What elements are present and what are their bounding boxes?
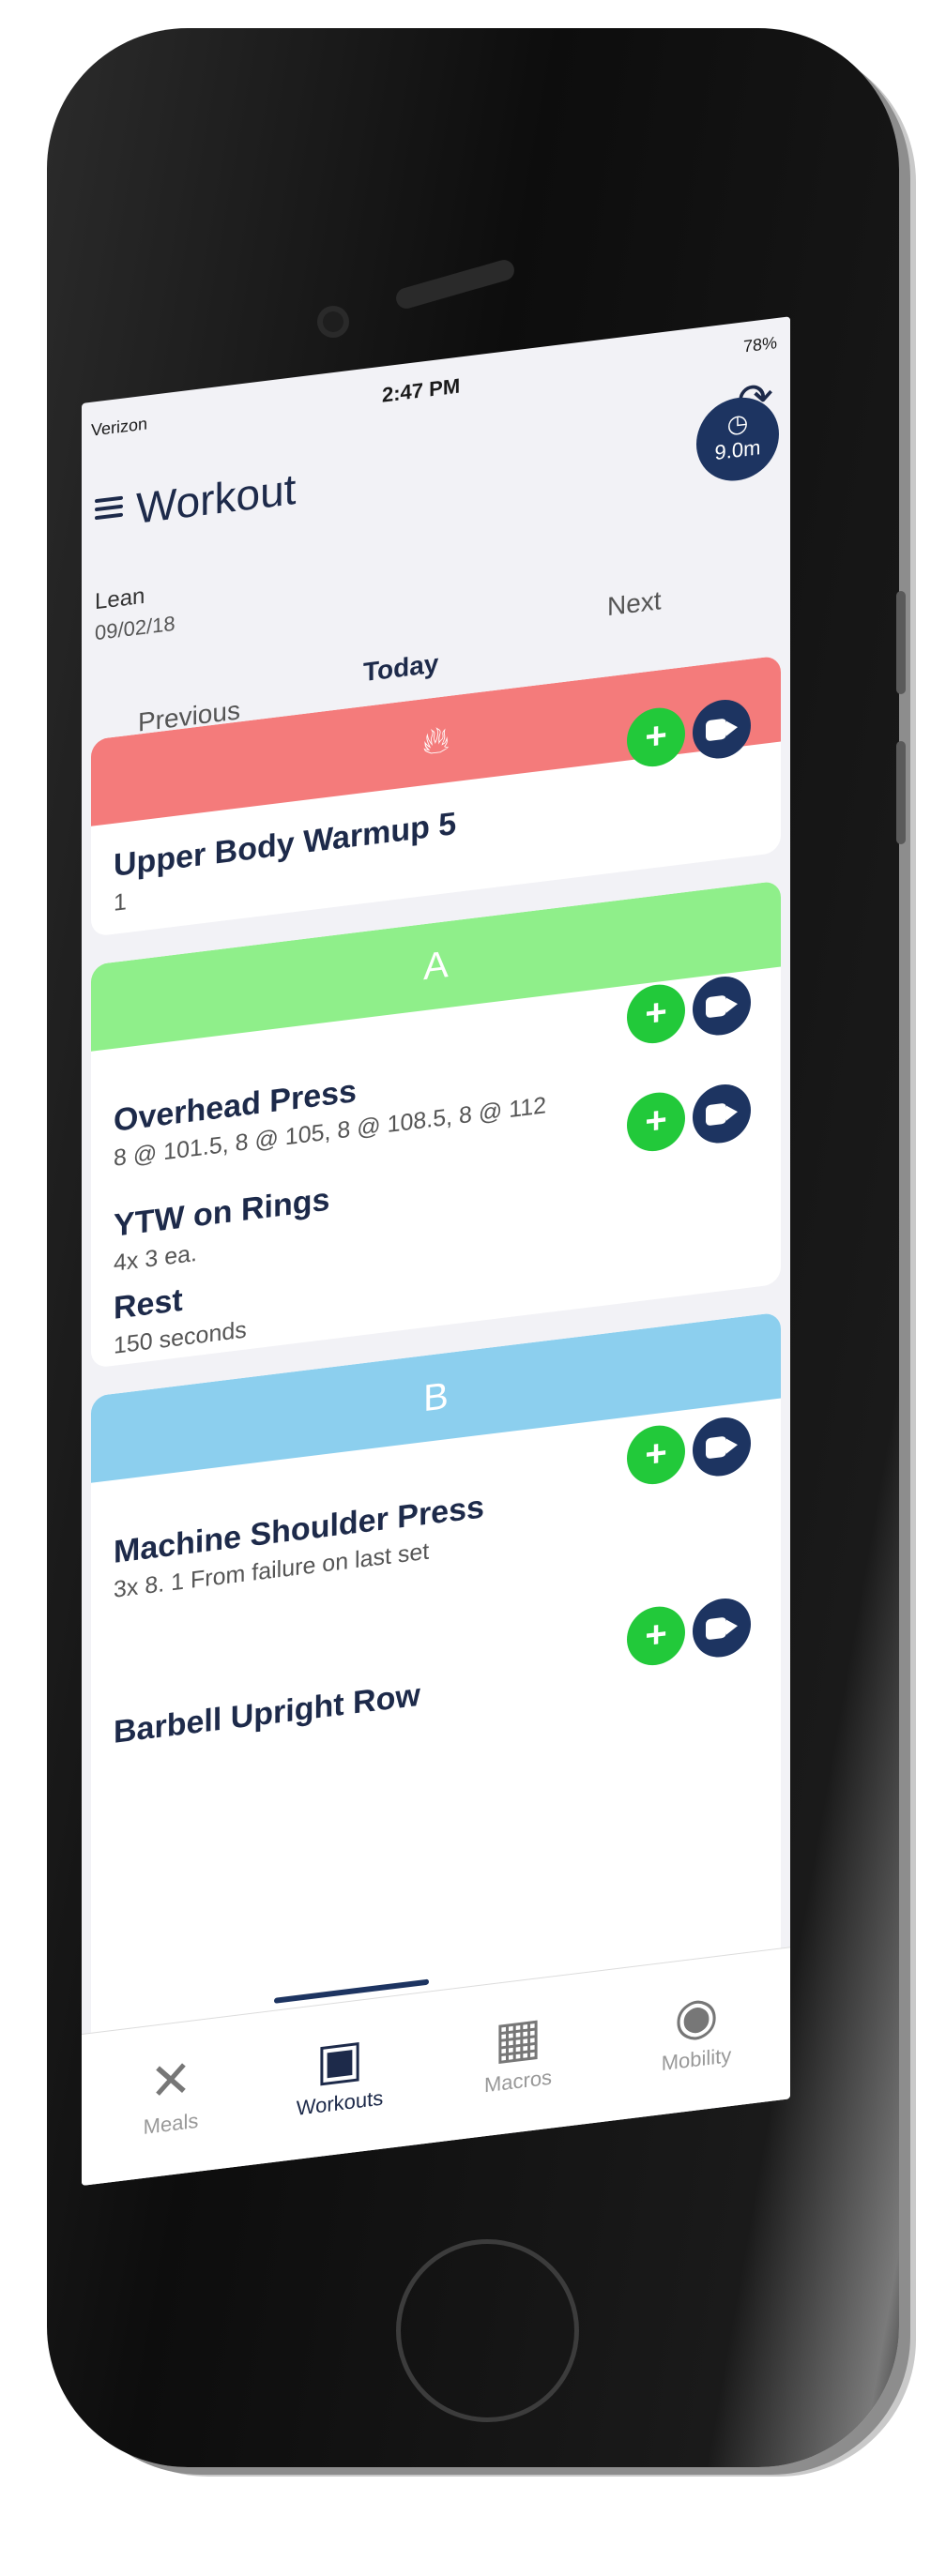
hamburger-menu-icon[interactable]: [95, 495, 123, 521]
status-time: 2:47 PM: [382, 373, 461, 407]
nav-meals[interactable]: ✕ Meals: [100, 2041, 241, 2144]
video-camera-icon: [706, 1102, 726, 1127]
carrier-label: Verizon: [91, 414, 148, 440]
video-button[interactable]: [693, 696, 751, 763]
video-camera-icon: [706, 718, 726, 742]
nav-mobility[interactable]: ◉ Mobility: [626, 1977, 767, 2080]
exercise-item[interactable]: Barbell Upright Row: [114, 1645, 677, 1751]
video-button[interactable]: [693, 973, 751, 1039]
front-camera-icon: [317, 306, 349, 338]
speaker-grille: [393, 257, 517, 311]
app-screen: Verizon 2:47 PM 78% ⟳ Workout ◷ 9.0m Lea…: [82, 316, 790, 2187]
battery-label: 78%: [742, 333, 777, 356]
video-button[interactable]: [693, 1081, 751, 1147]
timer-button[interactable]: ◷ 9.0m: [696, 392, 779, 486]
nav-macros[interactable]: ▦ Macros: [448, 1999, 588, 2102]
video-camera-icon: [706, 1435, 726, 1460]
home-button[interactable]: [396, 2239, 579, 2422]
exercise-item[interactable]: Machine Shoulder Press 3x 8. 1 From fail…: [114, 1465, 677, 1604]
video-camera-icon: [706, 994, 726, 1019]
video-camera-icon: [706, 1616, 726, 1641]
power-button: [896, 741, 906, 844]
flame-icon: 🔥︎: [421, 718, 450, 764]
add-button[interactable]: +: [627, 705, 685, 770]
volume-button: [896, 591, 906, 694]
video-button[interactable]: [693, 1595, 751, 1661]
page-title: Workout: [136, 463, 297, 533]
video-button[interactable]: [693, 1414, 751, 1480]
tab-today[interactable]: Today: [363, 648, 438, 688]
section-card-b: B + Machine Shoulder Press 3x 8. 1 From …: [91, 1311, 781, 2053]
exercise-name: Barbell Upright Row: [114, 1676, 420, 1750]
tab-next[interactable]: Next: [607, 585, 662, 622]
plan-name: Lean: [95, 583, 145, 615]
section-card-a: A + Overhead Press 8 @ 101.5, 8 @ 105, 8…: [91, 880, 781, 1369]
nav-workouts[interactable]: ▣ Workouts: [269, 2021, 410, 2124]
timer-label: 9.0m: [714, 435, 761, 465]
